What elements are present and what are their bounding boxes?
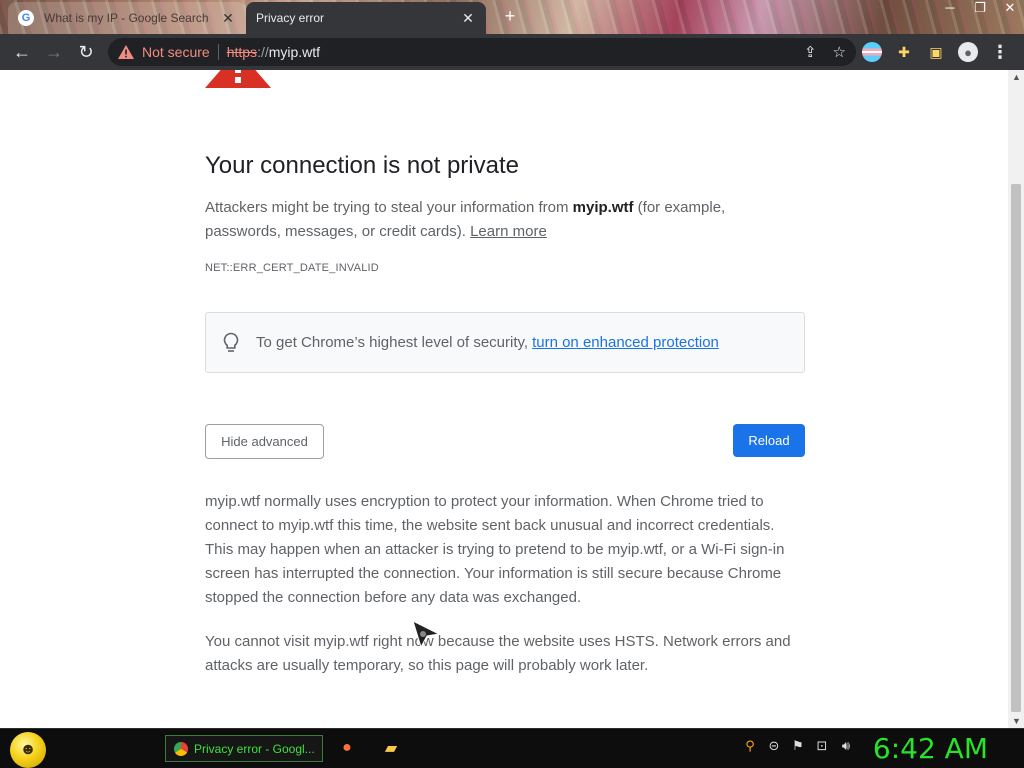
extension-area: ✚ ▣ ● ⋮ — [862, 38, 1010, 66]
scrollbar-thumb[interactable] — [1011, 184, 1021, 712]
warning-icon[interactable] — [118, 45, 134, 59]
warning-triangle-icon — [205, 70, 271, 88]
volume-icon[interactable]: 🔊︎ — [838, 738, 854, 754]
search-icon[interactable]: ⚲ — [742, 738, 758, 754]
divider — [217, 44, 219, 60]
enhanced-protection-banner: To get Chrome’s highest level of securit… — [205, 312, 805, 373]
tab-title: What is my IP - Google Search — [44, 11, 209, 25]
tab-strip: G What is my IP - Google Search ✕ Privac… — [0, 0, 1024, 34]
maximize-button[interactable]: ❐ — [972, 0, 988, 16]
enhanced-protection-text: To get Chrome’s highest level of securit… — [256, 334, 529, 351]
tab-title: Privacy error — [256, 11, 325, 25]
minimize-button[interactable]: ─ — [942, 0, 958, 16]
folder-icon[interactable]: ▰ — [380, 737, 402, 759]
explanation-host: myip.wtf — [572, 199, 634, 216]
url-separator: :// — [257, 44, 269, 60]
advanced-details: myip.wtf normally uses encryption to pro… — [205, 490, 805, 698]
firefox-icon[interactable]: ● — [336, 737, 358, 759]
side-panel-icon[interactable]: ▣ — [926, 42, 946, 62]
details-paragraph: myip.wtf normally uses encryption to pro… — [205, 493, 785, 606]
new-tab-button[interactable]: + — [500, 5, 520, 27]
enhanced-protection-link[interactable]: turn on enhanced protection — [532, 334, 719, 351]
lightbulb-icon — [223, 332, 239, 352]
flag-notification-icon[interactable]: ⚑ — [790, 738, 806, 754]
flag-extension-icon[interactable] — [862, 42, 882, 62]
menu-kebab-icon[interactable]: ⋮ — [990, 42, 1010, 62]
network-icon[interactable]: ⊡ — [814, 738, 830, 754]
start-menu-smiley-icon[interactable]: ☻ — [10, 732, 46, 768]
page-scrollbar[interactable]: ▲ ▼ — [1008, 70, 1024, 728]
taskbar-window-chrome[interactable]: Privacy error - Googl... — [165, 735, 323, 762]
reload-page-button[interactable]: ↻ — [70, 36, 102, 68]
page-title: Your connection is not private — [205, 152, 519, 179]
address-bar[interactable]: Not secure https://myip.wtf ⇪ ☆ — [108, 38, 856, 66]
scroll-up-icon[interactable]: ▲ — [1012, 72, 1021, 82]
chrome-icon — [174, 741, 188, 756]
taskbar-window-title: Privacy error - Googl... — [194, 741, 315, 756]
close-icon[interactable]: ✕ — [220, 10, 236, 27]
url-scheme: https — [226, 44, 258, 60]
bookmark-star-icon[interactable]: ☆ — [833, 43, 846, 61]
hide-advanced-button[interactable]: Hide advanced — [205, 424, 324, 459]
learn-more-link[interactable]: Learn more — [470, 223, 547, 240]
tab-privacy-error[interactable]: Privacy error ✕ — [246, 2, 486, 34]
taskbar-clock[interactable]: 6:42 AM — [873, 732, 988, 765]
forward-button[interactable]: → — [38, 36, 70, 68]
omnibox-actions: ⇪ ☆ — [804, 38, 846, 66]
error-code[interactable]: NET::ERR_CERT_DATE_INVALID — [205, 262, 379, 274]
share-icon[interactable]: ⇪ — [804, 43, 817, 61]
arrow-left-icon: ← — [13, 41, 31, 62]
window-close-button[interactable]: ✕ — [1002, 0, 1018, 16]
security-status[interactable]: Not secure — [142, 44, 210, 60]
tab-google-search[interactable]: G What is my IP - Google Search ✕ — [8, 2, 246, 34]
arrow-right-icon: → — [45, 41, 63, 62]
scroll-down-icon[interactable]: ▼ — [1012, 716, 1021, 726]
google-icon: G — [18, 10, 34, 26]
explanation-text: Attackers might be trying to steal your … — [205, 196, 805, 244]
status-icon[interactable]: ⊝ — [766, 738, 782, 754]
browser-toolbar: ← → ↻ Not secure https://myip.wtf ⇪ ☆ ✚ … — [0, 34, 1024, 70]
window-controls: ─ ❐ ✕ — [942, 0, 1018, 16]
page-content: Your connection is not private Attackers… — [0, 70, 1008, 728]
reload-icon: ↻ — [78, 41, 94, 62]
puzzle-extensions-icon[interactable]: ✚ — [894, 42, 914, 62]
url-host: myip.wtf — [268, 44, 321, 60]
taskbar: ☻ Privacy error - Googl... ● ▰ ⚲ ⊝ ⚑ ⊡ 🔊… — [0, 728, 1024, 768]
reload-button[interactable]: Reload — [733, 424, 805, 457]
close-icon[interactable]: ✕ — [460, 10, 476, 27]
explanation-prefix: Attackers might be trying to steal your … — [205, 199, 573, 216]
profile-avatar-icon[interactable]: ● — [958, 42, 978, 62]
system-tray: ⚲ ⊝ ⚑ ⊡ 🔊︎ — [742, 738, 854, 754]
details-paragraph: You cannot visit myip.wtf right now beca… — [205, 633, 791, 674]
back-button[interactable]: ← — [6, 36, 38, 68]
mouse-cursor-icon — [412, 620, 440, 648]
